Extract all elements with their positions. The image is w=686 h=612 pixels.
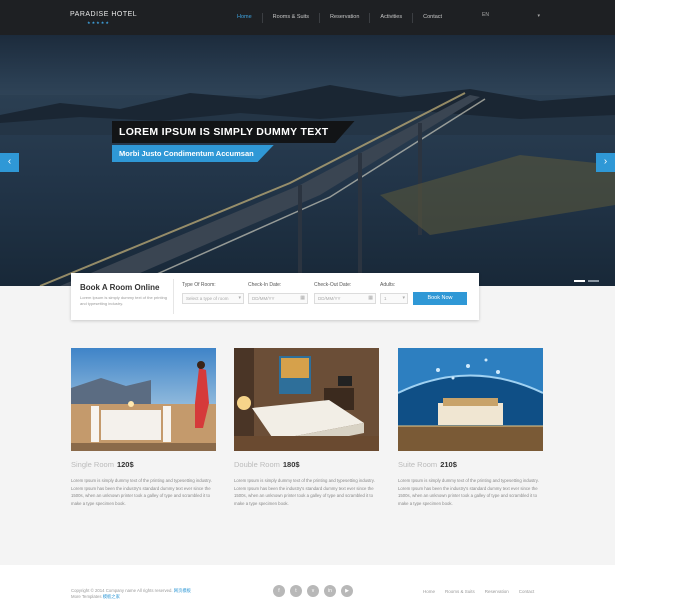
footer-nav-home[interactable]: Home	[423, 589, 435, 594]
checkin-label: Check-In Date:	[248, 282, 282, 288]
chevron-right-icon: ›	[603, 156, 608, 167]
suite-room-photo[interactable]	[398, 348, 543, 451]
double-room-image	[234, 348, 379, 451]
copyright-text: Copyright © 2014 Company name All rights…	[71, 588, 191, 600]
nav-reservation[interactable]: Reservation	[319, 13, 369, 23]
book-now-button[interactable]: Book Now	[413, 292, 467, 305]
checkin-field[interactable]: DD/MM/YY ▦	[248, 293, 308, 304]
main-nav: Home Rooms & Suits Reservation Activitie…	[227, 13, 452, 23]
footer-nav-contact[interactable]: Contact	[519, 589, 535, 594]
single-room-title: Single Room 120$	[71, 460, 216, 469]
youtube-icon[interactable]: ▶	[341, 585, 353, 597]
nav-home[interactable]: Home	[227, 13, 262, 23]
nav-activities[interactable]: Activities	[369, 13, 412, 23]
footer-nav: Home Rooms & Suits Reservation Contact	[423, 589, 534, 594]
hero-slider: LOREM IPSUM IS SIMPLY DUMMY TEXT Morbi J…	[0, 35, 615, 286]
footer: Copyright © 2014 Company name All rights…	[0, 565, 615, 612]
single-room-price: 120$	[116, 460, 134, 469]
suite-room-price: 210$	[440, 460, 457, 469]
single-room-description: Lorem Ipsum is simply dummy text of the …	[71, 478, 212, 506]
room-card-single: Single Room 120$ Lorem Ipsum is simply du…	[71, 348, 216, 507]
slider-dot-2[interactable]	[588, 280, 599, 282]
double-room-price: 180$	[282, 460, 300, 469]
footer-nav-rooms-suits[interactable]: Rooms & Suits	[445, 589, 475, 594]
suite-room-description: Lorem Ipsum is simply dummy text of the …	[398, 478, 539, 506]
instagram-icon[interactable]: in	[324, 585, 336, 597]
copyright-line: Copyright © 2014 Company name All rights…	[71, 588, 173, 593]
suite-room-name: Suite Room	[398, 460, 438, 469]
double-room-description: Lorem Ipsum is simply dummy text of the …	[234, 478, 375, 506]
single-room-image	[71, 348, 216, 451]
more-templates-link[interactable]: 模板之家	[103, 594, 120, 599]
checkout-label: Check-Out Date:	[314, 282, 352, 288]
double-room-title: Double Room 180$	[234, 460, 379, 469]
chevron-down-icon: ▾	[402, 295, 405, 301]
booking-form: Book A Room Online Lorem Ipsum is simply…	[71, 273, 479, 320]
chevron-left-icon: ‹	[7, 156, 12, 167]
adults-select[interactable]: 1 ▾	[380, 293, 408, 304]
checkout-placeholder: DD/MM/YY	[318, 296, 341, 301]
checkin-placeholder: DD/MM/YY	[252, 296, 275, 301]
slider-prev-button[interactable]: ‹	[0, 153, 19, 172]
room-card-suite: Suite Room 210$ Lorem Ipsum is simply dum…	[398, 348, 543, 507]
room-type-select[interactable]: Select a type of room ▾	[182, 293, 244, 304]
booking-description: Lorem Ipsum is simply dummy text of the …	[80, 295, 167, 306]
adults-label: Adults:	[380, 282, 396, 288]
slider-pagination	[574, 280, 599, 282]
twitter-icon[interactable]: t	[290, 585, 302, 597]
suite-room-title: Suite Room 210$	[398, 460, 543, 469]
single-room-photo[interactable]	[71, 348, 216, 451]
facebook-icon[interactable]: f	[273, 585, 285, 597]
footer-nav-reservation[interactable]: Reservation	[485, 589, 509, 594]
booking-title: Book A Room Online	[80, 283, 160, 292]
calendar-icon[interactable]: ▦	[368, 294, 373, 303]
language-select[interactable]: EN ▾	[482, 12, 542, 22]
hotel-logo[interactable]: PARADISE HOTEL	[70, 11, 137, 18]
adults-value: 1	[384, 296, 387, 301]
page: PARADISE HOTEL ★★★★★ Home Rooms & Suits …	[0, 0, 615, 612]
vimeo-icon[interactable]: v	[307, 585, 319, 597]
social-links: f t v in ▶	[273, 585, 353, 597]
hero-subtitle: Morbi Justo Condimentum Accumsan	[112, 145, 274, 162]
nav-rooms-suits[interactable]: Rooms & Suits	[261, 13, 319, 23]
room-type-placeholder: Select a type of room	[186, 296, 229, 301]
nav-contact[interactable]: Contact	[412, 13, 452, 23]
slider-next-button[interactable]: ›	[596, 153, 615, 172]
slider-dot-1[interactable]	[574, 280, 585, 282]
chevron-down-icon: ▾	[238, 295, 241, 301]
template-link[interactable]: 网页模板	[174, 588, 191, 593]
booking-divider	[173, 279, 174, 314]
hero-bridge-image	[39, 92, 615, 286]
chevron-down-icon: ▾	[537, 13, 540, 19]
logo-stars-icon: ★★★★★	[87, 20, 110, 25]
single-room-name: Single Room	[71, 460, 114, 469]
calendar-icon[interactable]: ▦	[300, 294, 305, 303]
double-room-name: Double Room	[234, 460, 280, 469]
language-value: EN	[482, 12, 489, 18]
hero-title: LOREM IPSUM IS SIMPLY DUMMY TEXT	[112, 121, 355, 143]
more-templates-text: More Templates	[71, 594, 102, 599]
double-room-photo[interactable]	[234, 348, 379, 451]
checkout-field[interactable]: DD/MM/YY ▦	[314, 293, 376, 304]
room-card-double: Double Room 180$ Lorem Ipsum is simply du…	[234, 348, 379, 507]
room-type-label: Type Of Room:	[182, 282, 216, 288]
suite-room-image	[398, 348, 543, 451]
top-navigation-bar: PARADISE HOTEL ★★★★★ Home Rooms & Suits …	[0, 0, 615, 35]
